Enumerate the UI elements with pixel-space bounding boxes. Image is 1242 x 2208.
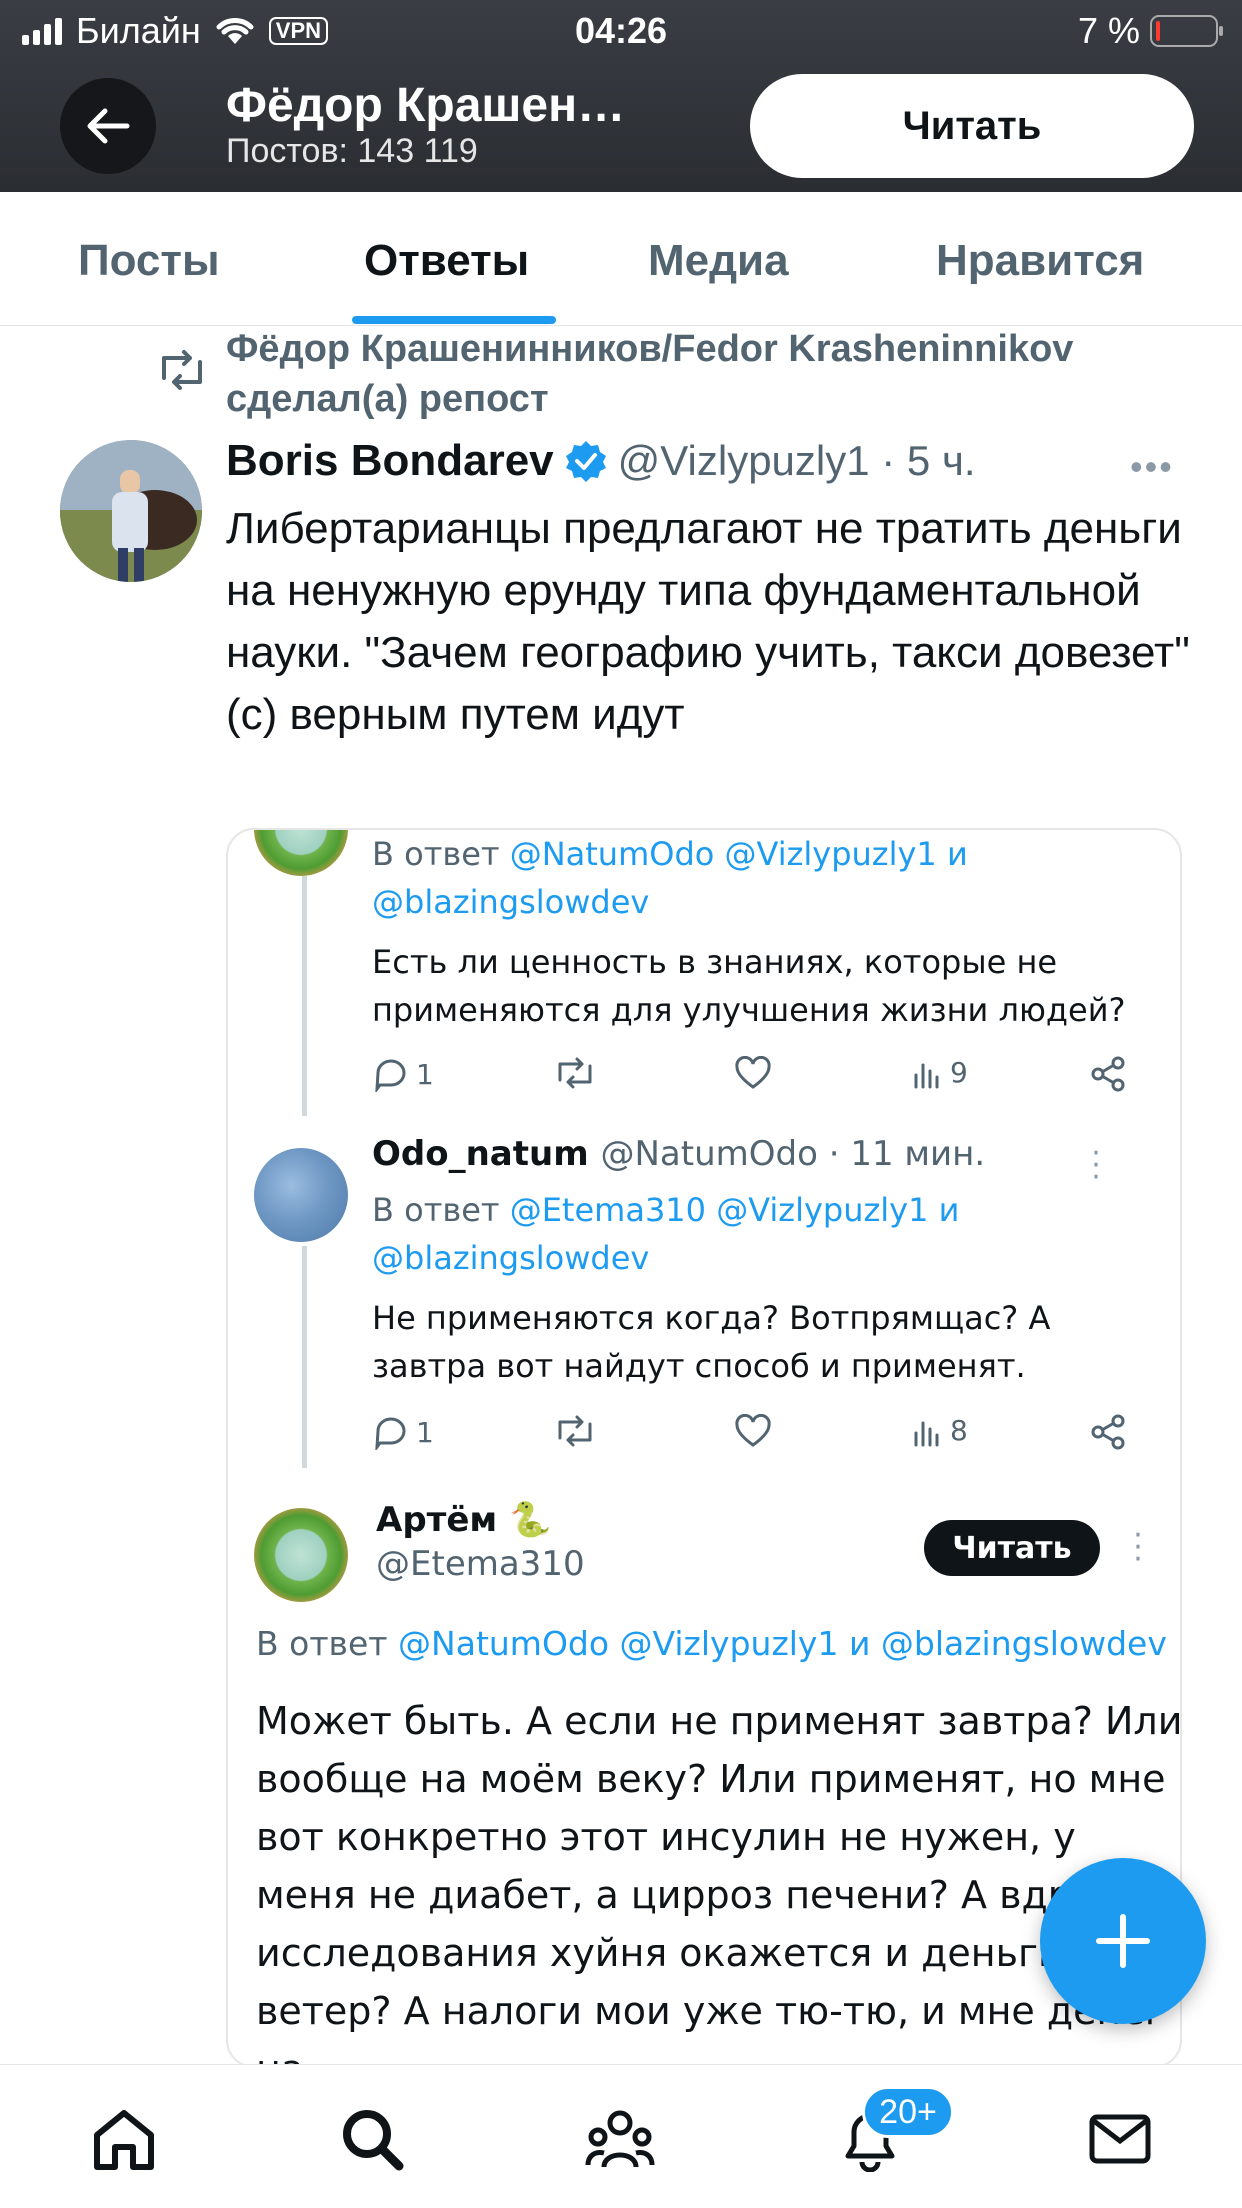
kebab-menu-icon[interactable]: · · · <box>1086 1139 1106 1193</box>
notifications-badge: 20+ <box>862 2086 954 2138</box>
avatar[interactable] <box>60 440 202 582</box>
views-action[interactable]: 8 <box>912 1414 968 1447</box>
comment-icon <box>375 1059 406 1092</box>
views-action[interactable]: 9 <box>912 1056 968 1089</box>
nav-communities[interactable] <box>584 2103 656 2175</box>
reply-action[interactable]: 1 <box>372 1414 434 1450</box>
avatar <box>254 1508 348 1602</box>
reply-handle: @Etema310 <box>376 1544 585 1584</box>
post-author[interactable]: Boris Bondarev <box>226 436 554 486</box>
share-icon <box>1091 1414 1125 1450</box>
home-icon <box>94 2110 154 2170</box>
repost-icon <box>558 1057 592 1089</box>
tab-likes[interactable]: Нравится <box>936 236 1144 286</box>
verified-badge-icon <box>565 441 606 482</box>
avatar-photo <box>60 440 202 582</box>
reply-count: 1 <box>416 1057 434 1091</box>
plus-icon <box>1096 1914 1150 1968</box>
share-action[interactable] <box>1090 1414 1126 1450</box>
bottom-nav <box>0 2064 1242 2208</box>
reply-actions: 1 9 <box>372 1056 1162 1100</box>
reply-text: Не применяются когда? Вотпрямщас? А завт… <box>372 1299 1051 1385</box>
share-action[interactable] <box>1090 1056 1126 1092</box>
reply-to-line: В ответ @NatumOdo @Vizlypuzly1 и @blazin… <box>372 830 1152 926</box>
reply-author-handle: @Etema310 <box>376 1544 585 1584</box>
heart-icon <box>735 1056 771 1089</box>
nav-home[interactable] <box>88 2103 160 2175</box>
battery-icon <box>1150 15 1223 47</box>
thread-line <box>302 876 307 1116</box>
views-count: 9 <box>950 1056 968 1089</box>
tab-posts[interactable]: Посты <box>78 236 220 286</box>
reply-prefix: В ответ <box>256 1624 388 1663</box>
reply-action[interactable]: 1 <box>372 1056 434 1092</box>
views-count: 8 <box>950 1414 968 1447</box>
reply-to-line: В ответ @NatumOdo @Vizlypuzly1 и @blazin… <box>256 1620 1176 1668</box>
status-bar: Билайн VPN 04:26 7 % <box>0 0 1242 62</box>
post-header: Boris Bondarev @Vizlypuzly1 · 5 ч. <box>226 436 976 486</box>
nav-search[interactable] <box>336 2103 408 2175</box>
mentions[interactable]: @Etema310 @Vizlypuzly1 и <box>510 1191 960 1229</box>
reply-prefix: В ответ <box>372 835 500 873</box>
mentions[interactable]: @NatumOdo @Vizlypuzly1 и @blazingslowdev <box>398 1624 1167 1663</box>
reply-text: Может быть. А если не применят завтра? И… <box>256 1699 1182 2066</box>
repost-attribution[interactable]: Фёдор Крашенинников/Fedor Krasheninnikov… <box>226 324 1226 424</box>
mentions[interactable]: @NatumOdo @Vizlypuzly1 и <box>510 835 968 873</box>
messages-icon <box>1089 2114 1151 2164</box>
mentions[interactable]: @blazingslowdev <box>372 883 649 921</box>
repost-action[interactable] <box>554 1414 596 1448</box>
like-action[interactable] <box>734 1056 772 1090</box>
posts-count: Постов: 143 119 <box>226 132 478 170</box>
repost-action[interactable] <box>554 1056 596 1090</box>
mentions[interactable]: @blazingslowdev <box>372 1239 649 1277</box>
kebab-menu-icon[interactable]: · · · <box>1128 1521 1148 1575</box>
heart-icon <box>735 1414 771 1447</box>
thread-line <box>302 1246 307 1468</box>
avatar <box>254 830 348 876</box>
post-text: Либертарианцы предлагают не тратить день… <box>226 504 1190 739</box>
reply-handle-time: @NatumOdo · 11 мин. <box>600 1134 986 1174</box>
profile-header: Билайн VPN 04:26 7 % Фёдор Крашен… Посто… <box>0 0 1242 192</box>
like-action[interactable] <box>734 1414 772 1448</box>
active-tab-indicator <box>352 316 556 324</box>
post-image-card[interactable]: В ответ @NatumOdo @Vizlypuzly1 и @blazin… <box>226 828 1182 2068</box>
reply-count: 1 <box>416 1415 434 1449</box>
profile-tabs: Посты Ответы Медиа Нравится <box>0 192 1242 326</box>
reply-prefix: В ответ <box>372 1191 500 1229</box>
communities-icon <box>585 2110 655 2168</box>
reply-to-line: В ответ @Etema310 @Vizlypuzly1 и @blazin… <box>372 1186 1152 1282</box>
reply-author: Odo_natum @NatumOdo · 11 мин. <box>372 1134 985 1174</box>
search-icon <box>343 2110 404 2171</box>
views-icon <box>914 1063 939 1088</box>
share-icon <box>1091 1056 1125 1092</box>
follow-button[interactable]: Читать <box>750 74 1194 178</box>
repost-icon <box>162 350 202 390</box>
reply-actions: 1 8 <box>372 1414 1162 1458</box>
reply-author-name[interactable]: Odo_natum <box>372 1134 589 1174</box>
more-options-icon[interactable]: ••• <box>1130 446 1174 488</box>
reply-author-name[interactable]: Артём 🐍 <box>376 1500 551 1540</box>
tab-media[interactable]: Медиа <box>648 236 789 286</box>
battery-percent: 7 % <box>1077 10 1140 51</box>
repost-icon <box>558 1415 592 1447</box>
profile-name: Фёдор Крашен… <box>226 79 626 132</box>
post-handle-time: @Vizlypuzly1 · 5 ч. <box>617 437 976 484</box>
follow-button[interactable]: Читать <box>924 1520 1100 1576</box>
compose-button[interactable] <box>1040 1858 1206 2024</box>
arrow-left-icon <box>87 108 130 144</box>
comment-icon <box>375 1417 406 1450</box>
back-button[interactable] <box>60 78 156 174</box>
avatar <box>254 1148 348 1242</box>
clock: 04:26 <box>574 10 668 51</box>
nav-messages[interactable] <box>1084 2103 1156 2175</box>
tab-replies[interactable]: Ответы <box>364 236 529 286</box>
views-icon <box>914 1421 939 1446</box>
reply-text: Есть ли ценность в знаниях, которые не п… <box>372 943 1126 1029</box>
